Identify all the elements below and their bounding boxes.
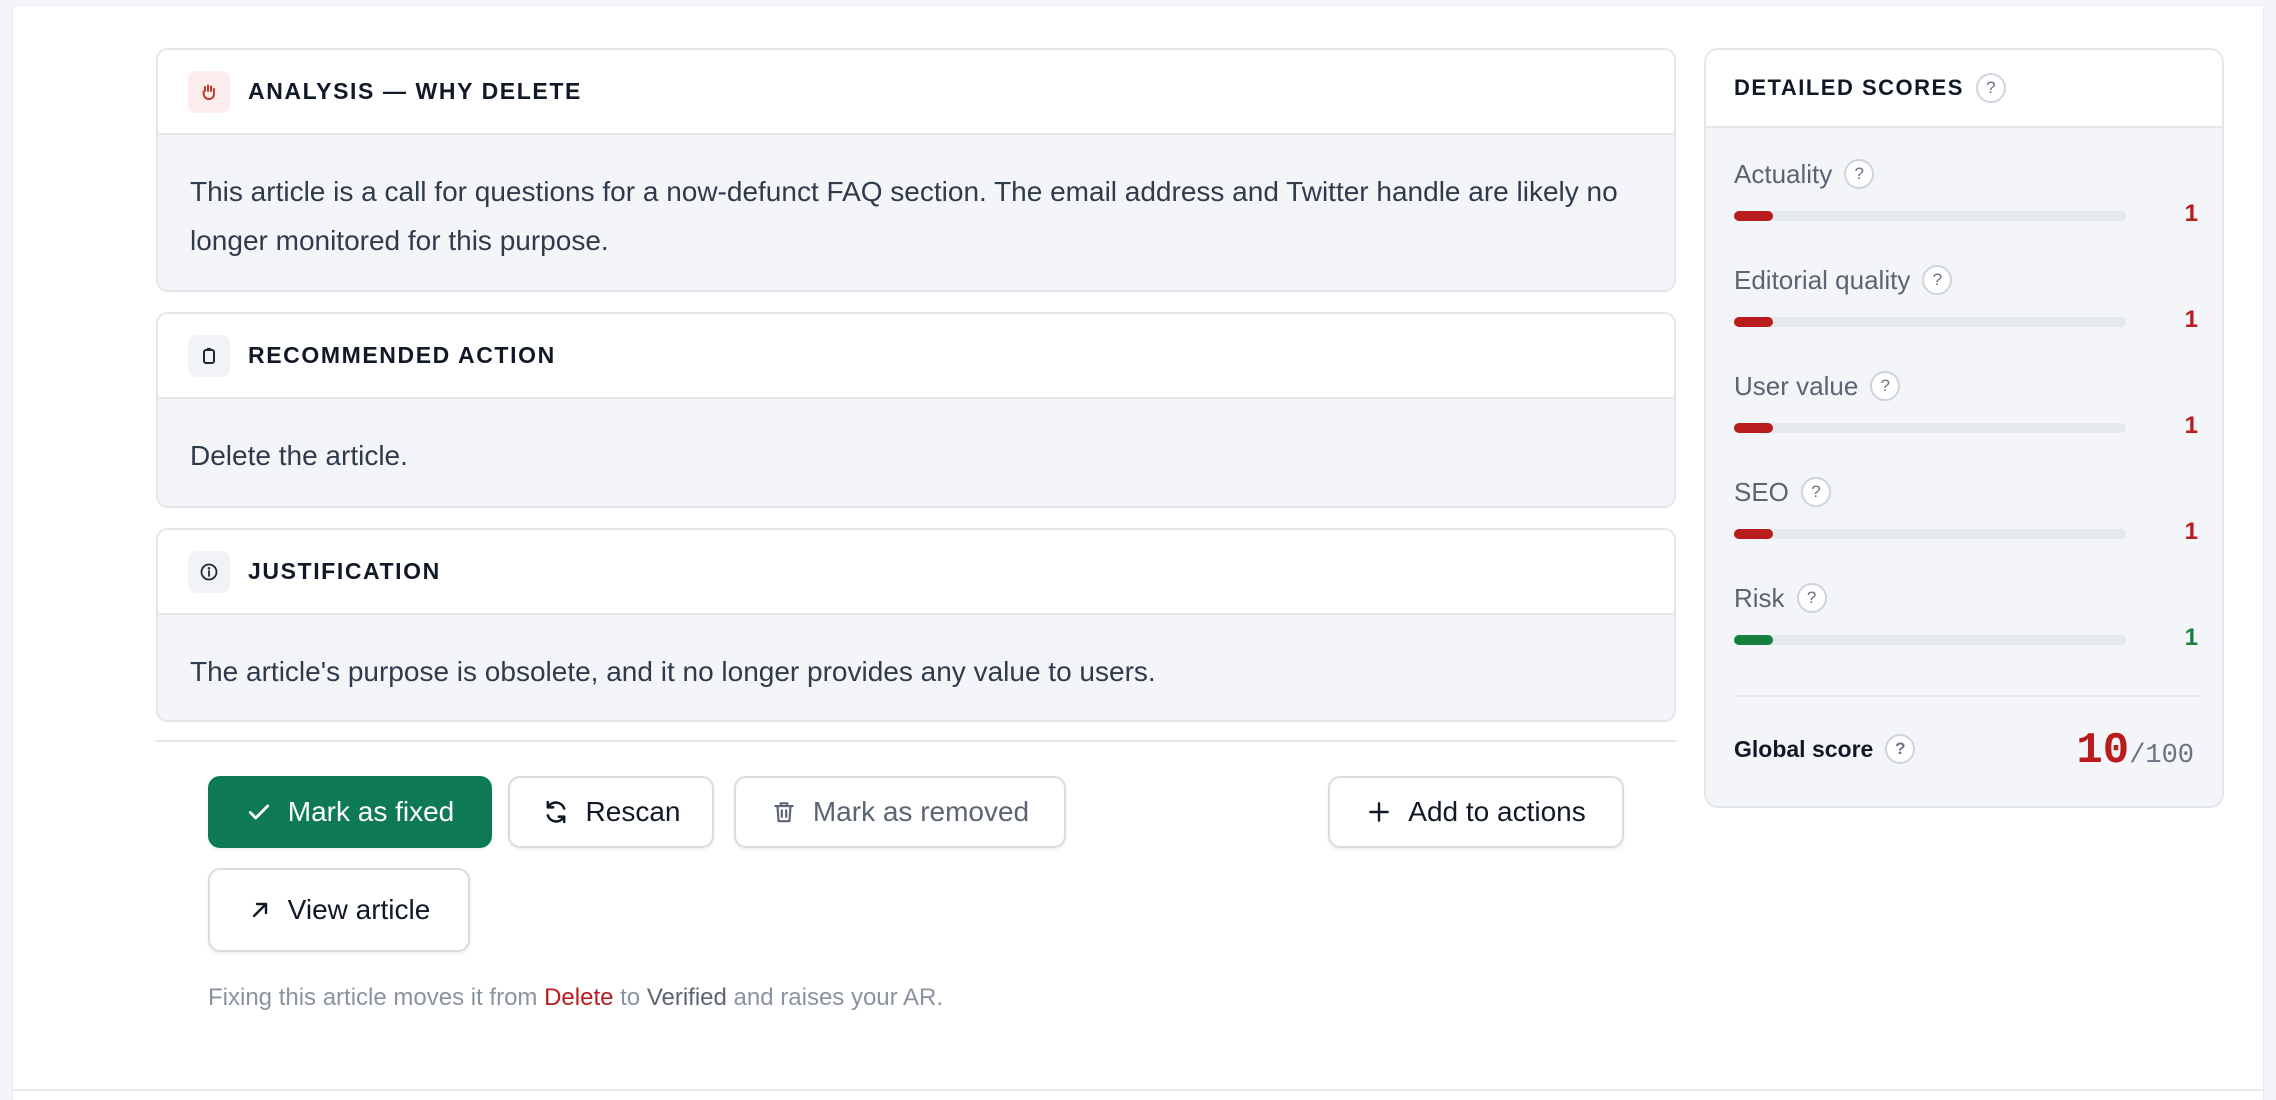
status-change-note: Fixing this article moves it from Delete… bbox=[208, 984, 943, 1012]
rescan-button[interactable]: Rescan bbox=[508, 776, 714, 848]
actions-divider bbox=[156, 740, 1676, 742]
view-article-label: View article bbox=[287, 894, 431, 925]
help-icon[interactable]: ? bbox=[1844, 159, 1875, 189]
help-icon[interactable]: ? bbox=[1975, 73, 2006, 103]
analysis-text: This article is a call for questions for… bbox=[190, 176, 1618, 256]
note-to-status: Verified bbox=[646, 984, 727, 1011]
help-icon[interactable]: ? bbox=[1922, 265, 1953, 295]
score-bar-fill bbox=[1734, 529, 1774, 539]
mark-as-removed-label: Mark as removed bbox=[812, 796, 1030, 827]
refresh-icon bbox=[546, 800, 565, 824]
mark-as-fixed-label: Mark as fixed bbox=[287, 796, 455, 827]
help-icon[interactable]: ? bbox=[1885, 734, 1916, 764]
justification-card: JUSTIFICATION The article's purpose is o… bbox=[156, 528, 1676, 722]
score-value: 1 bbox=[2184, 624, 2198, 651]
score-value: 1 bbox=[2184, 412, 2198, 439]
external-link-arrow-icon bbox=[252, 902, 267, 918]
score-bar bbox=[1734, 317, 2126, 327]
scores-title: DETAILED SCORES bbox=[1734, 75, 1964, 100]
justification-text: The article's purpose is obsolete, and i… bbox=[190, 656, 1156, 687]
score-row-seo: SEO? 1 bbox=[1734, 472, 2198, 545]
score-label: Actuality bbox=[1734, 158, 1833, 189]
analysis-card: ANALYSIS — WHY DELETE This article is a … bbox=[156, 48, 1676, 292]
plus-icon bbox=[1369, 802, 1390, 822]
justification-title: JUSTIFICATION bbox=[248, 558, 441, 584]
score-row-risk: Risk? 1 bbox=[1734, 578, 2198, 651]
score-bar-fill bbox=[1734, 317, 1774, 327]
help-icon[interactable]: ? bbox=[1796, 583, 1827, 613]
score-value: 1 bbox=[2184, 306, 2198, 333]
global-score-number: 10 bbox=[2076, 726, 2130, 776]
scores-divider bbox=[1734, 695, 2198, 697]
hand-icon bbox=[188, 70, 230, 113]
global-score-value: 10/100 bbox=[2076, 726, 2194, 776]
score-bar-fill bbox=[1734, 423, 1774, 433]
bottom-divider bbox=[12, 1089, 2264, 1091]
add-to-actions-button[interactable]: Add to actions bbox=[1328, 776, 1624, 848]
note-prefix: Fixing this article moves it from bbox=[208, 984, 545, 1011]
score-row-editorial-quality: Editorial quality? 1 bbox=[1734, 260, 2198, 333]
note-middle: to bbox=[613, 984, 647, 1011]
recommended-title: RECOMMENDED ACTION bbox=[248, 342, 556, 368]
recommended-header: RECOMMENDED ACTION bbox=[158, 314, 1674, 399]
rescan-label: Rescan bbox=[585, 796, 681, 827]
recommended-action-card: RECOMMENDED ACTION Delete the article. bbox=[156, 312, 1676, 508]
global-score-label: Global score ? bbox=[1734, 734, 1916, 764]
note-from-status: Delete bbox=[544, 984, 614, 1011]
score-bar bbox=[1734, 529, 2126, 539]
clipboard-icon bbox=[188, 334, 230, 377]
scores-header: DETAILED SCORES ? bbox=[1706, 50, 2222, 128]
mark-as-fixed-button[interactable]: Mark as fixed bbox=[208, 776, 492, 848]
score-bar bbox=[1734, 635, 2126, 645]
analysis-header: ANALYSIS — WHY DELETE bbox=[158, 50, 1674, 135]
score-bar-fill bbox=[1734, 635, 1774, 645]
add-to-actions-label: Add to actions bbox=[1408, 796, 1586, 827]
score-label: SEO bbox=[1734, 476, 1789, 507]
analysis-title: ANALYSIS — WHY DELETE bbox=[248, 78, 582, 104]
global-score-text: Global score bbox=[1734, 735, 1874, 762]
score-value: 1 bbox=[2184, 518, 2198, 545]
score-label: Editorial quality bbox=[1734, 264, 1911, 295]
recommended-text: Delete the article. bbox=[190, 440, 408, 471]
score-row-actuality: Actuality? 1 bbox=[1734, 154, 2198, 227]
note-suffix: and raises your AR. bbox=[726, 984, 943, 1011]
score-value: 1 bbox=[2184, 200, 2198, 227]
mark-as-removed-button[interactable]: Mark as removed bbox=[734, 776, 1066, 848]
help-icon[interactable]: ? bbox=[1870, 371, 1901, 401]
detailed-scores-panel: DETAILED SCORES ? Actuality? 1 Editorial… bbox=[1704, 48, 2224, 808]
justification-header: JUSTIFICATION bbox=[158, 530, 1674, 615]
score-label: Risk bbox=[1734, 582, 1785, 613]
score-row-user-value: User value? 1 bbox=[1734, 366, 2198, 439]
info-icon bbox=[188, 550, 230, 593]
view-article-button[interactable]: View article bbox=[208, 868, 470, 952]
score-bar bbox=[1734, 211, 2126, 221]
trash-icon bbox=[774, 802, 794, 823]
help-icon[interactable]: ? bbox=[1800, 477, 1831, 507]
score-bar-fill bbox=[1734, 211, 1774, 221]
score-bar bbox=[1734, 423, 2126, 433]
global-score-max: /100 bbox=[2129, 741, 2194, 771]
score-label: User value bbox=[1734, 370, 1859, 401]
check-icon bbox=[248, 804, 269, 820]
